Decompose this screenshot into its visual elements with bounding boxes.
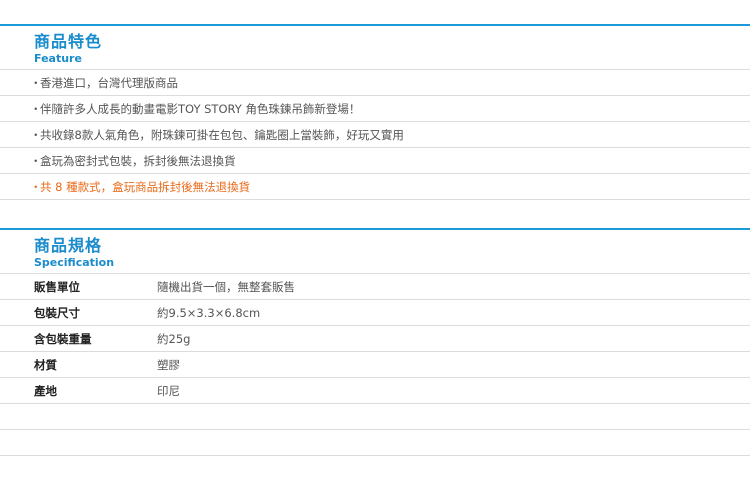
spec-label: 材質 xyxy=(34,358,57,372)
spec-title: 商品規格 xyxy=(34,236,103,255)
bullet-icon: ・ xyxy=(30,76,42,90)
feature-item-text: 共 8 種款式，盒玩商品拆封後無法退換貨 xyxy=(40,180,251,194)
spec-label: 產地 xyxy=(34,384,57,398)
spec-value: 印尼 xyxy=(157,384,180,398)
feature-item-text: 共收錄8款人氣角色，附珠鍊可掛在包包、鑰匙圈上當裝飾，好玩又實用 xyxy=(40,128,404,142)
feature-header: 商品特色 Feature xyxy=(0,24,750,70)
spec-label: 含包裝重量 xyxy=(34,332,92,346)
spec-section: 商品規格 Specification 販售單位 隨機出貨一個，無整套販售 包裝尺… xyxy=(0,228,750,456)
spec-row: 含包裝重量 約25g xyxy=(0,326,750,352)
feature-item-text: 盒玩為密封式包裝，拆封後無法退換貨 xyxy=(40,154,236,168)
spec-value: 塑膠 xyxy=(157,358,180,372)
feature-item-text: 香港進口，台灣代理版商品 xyxy=(40,76,178,90)
spec-header: 商品規格 Specification xyxy=(0,228,750,274)
feature-item: ・伴隨許多人成長的動畫電影TOY STORY 角色珠鍊吊飾新登場！ xyxy=(0,96,750,122)
bullet-icon: ・ xyxy=(30,154,42,168)
feature-item: ・香港進口，台灣代理版商品 xyxy=(0,70,750,96)
feature-section: 商品特色 Feature ・香港進口，台灣代理版商品 ・伴隨許多人成長的動畫電影… xyxy=(0,24,750,200)
spec-subtitle: Specification xyxy=(34,256,115,269)
spec-label: 包裝尺寸 xyxy=(34,306,80,320)
bullet-icon: ・ xyxy=(30,102,42,116)
spec-label: 販售單位 xyxy=(34,280,80,294)
spec-row-empty xyxy=(0,430,750,456)
spec-value: 約25g xyxy=(157,332,191,346)
spec-value: 隨機出貨一個，無整套販售 xyxy=(157,280,295,294)
spec-row: 販售單位 隨機出貨一個，無整套販售 xyxy=(0,274,750,300)
spec-row: 產地 印尼 xyxy=(0,378,750,404)
feature-item-text: 伴隨許多人成長的動畫電影TOY STORY 角色珠鍊吊飾新登場！ xyxy=(40,102,361,116)
feature-item: ・盒玩為密封式包裝，拆封後無法退換貨 xyxy=(0,148,750,174)
feature-item: ・共收錄8款人氣角色，附珠鍊可掛在包包、鑰匙圈上當裝飾，好玩又實用 xyxy=(0,122,750,148)
spec-row: 包裝尺寸 約9.5×3.3×6.8cm xyxy=(0,300,750,326)
spec-row: 材質 塑膠 xyxy=(0,352,750,378)
spec-row-empty xyxy=(0,404,750,430)
feature-item-highlight: ・共 8 種款式，盒玩商品拆封後無法退換貨 xyxy=(0,174,750,200)
feature-subtitle: Feature xyxy=(34,52,82,65)
spec-value: 約9.5×3.3×6.8cm xyxy=(157,306,261,320)
bullet-icon: ・ xyxy=(30,180,42,194)
bullet-icon: ・ xyxy=(30,128,42,142)
feature-title: 商品特色 xyxy=(34,32,103,51)
